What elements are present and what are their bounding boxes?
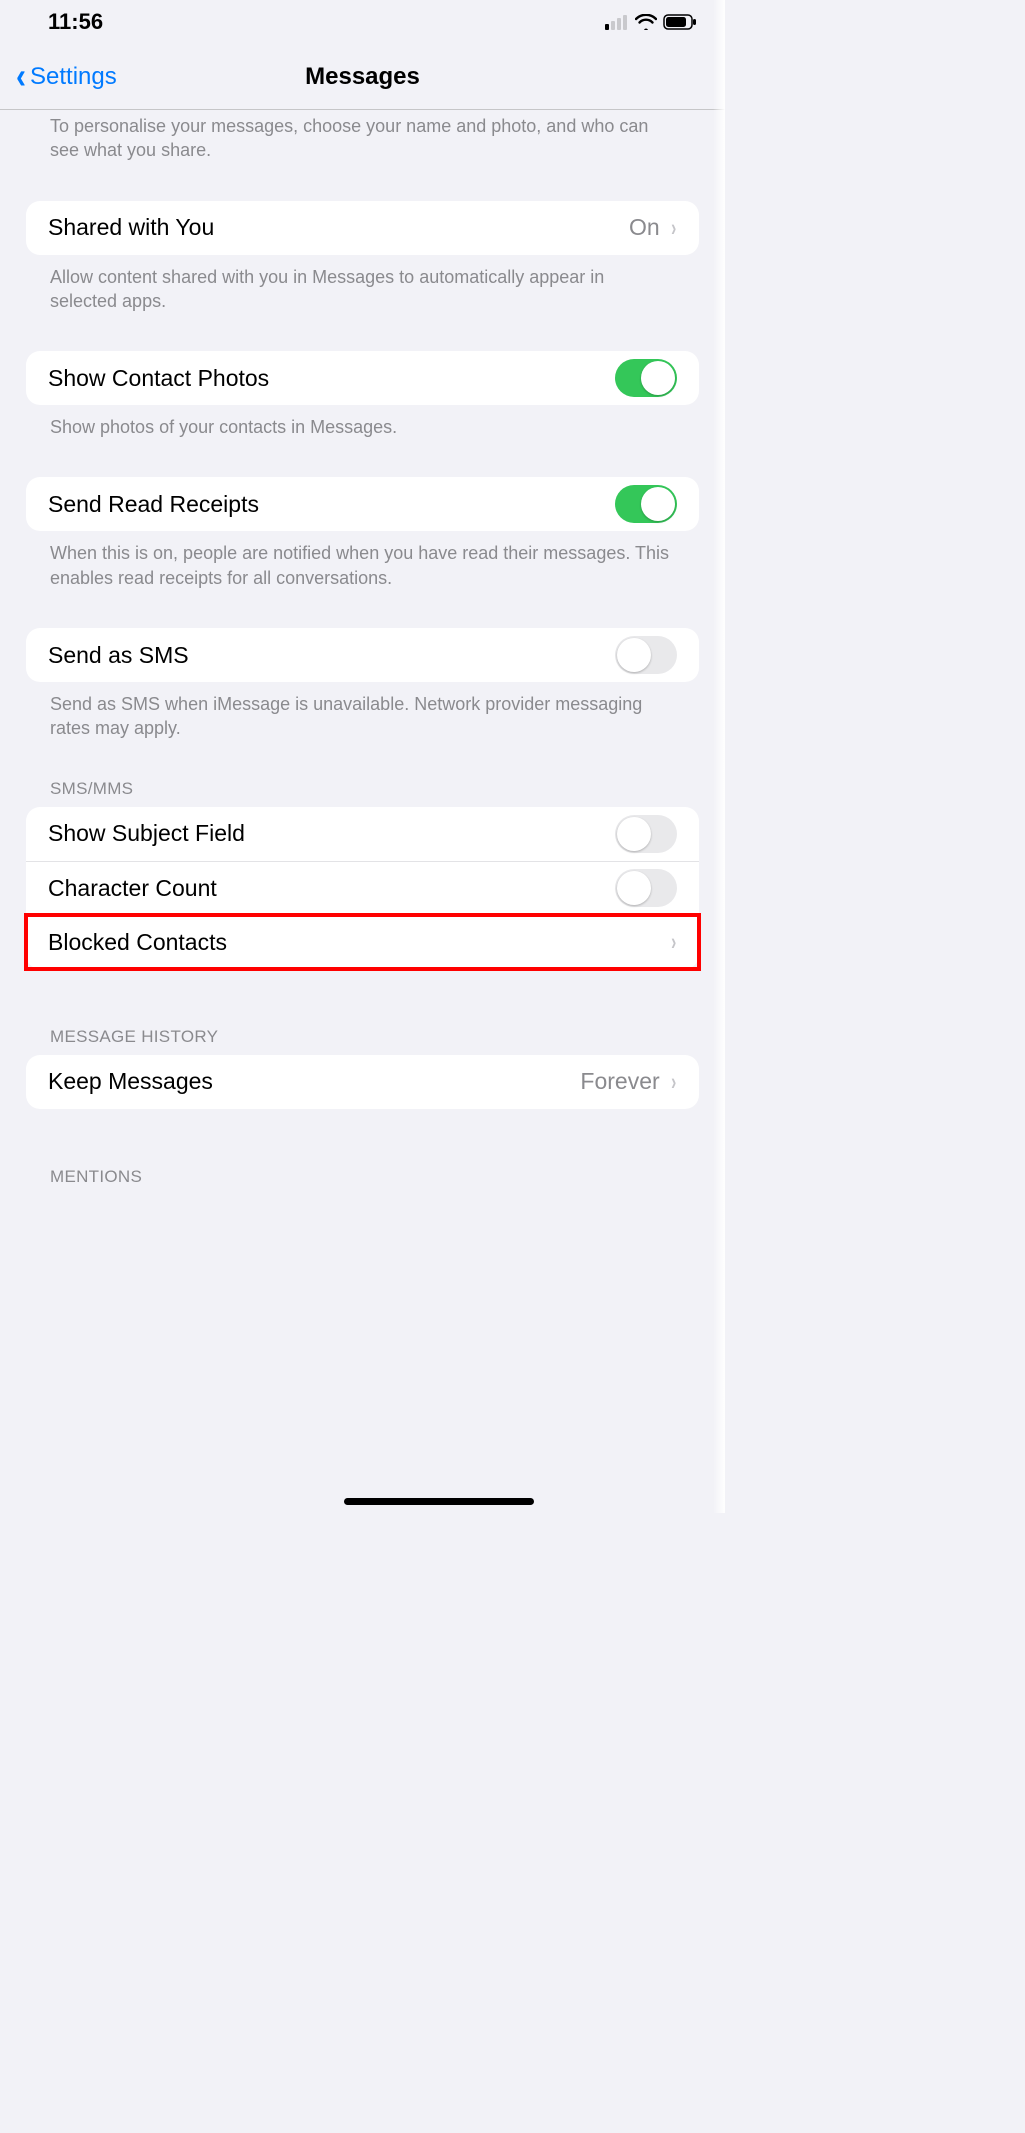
row-label: Shared with You (48, 214, 629, 241)
shared-with-you-footer: Allow content shared with you in Message… (0, 255, 725, 314)
group-read-receipts: Send Read Receipts (26, 477, 699, 531)
back-button[interactable]: ‹ Settings (12, 58, 121, 96)
history-header: MESSAGE HISTORY (0, 969, 725, 1055)
nav-bar: ‹ Settings Messages (0, 44, 725, 110)
back-label: Settings (30, 63, 117, 91)
content: To personalise your messages, choose you… (0, 110, 725, 1235)
row-char-count: Character Count (26, 861, 699, 915)
group-shared-with-you: Shared with You On › (26, 201, 699, 255)
chevron-right-icon: › (671, 928, 676, 957)
row-show-subject: Show Subject Field (26, 807, 699, 861)
status-right (605, 14, 697, 30)
battery-icon (663, 14, 697, 30)
group-send-sms: Send as SMS (26, 628, 699, 682)
row-label: Send Read Receipts (48, 491, 615, 518)
row-label: Character Count (48, 875, 615, 902)
cellular-icon (605, 14, 629, 30)
row-blocked-contacts[interactable]: Blocked Contacts › (26, 915, 699, 969)
toggle-show-subject[interactable] (615, 815, 677, 853)
sms-mms-header: SMS/MMS (0, 741, 725, 807)
row-shared-with-you[interactable]: Shared with You On › (26, 201, 699, 255)
read-receipts-footer: When this is on, people are notified whe… (0, 531, 725, 590)
row-label: Blocked Contacts (48, 929, 670, 956)
home-indicator (344, 1498, 534, 1505)
send-sms-footer: Send as SMS when iMessage is unavailable… (0, 682, 725, 741)
row-label: Keep Messages (48, 1068, 580, 1095)
chevron-right-icon: › (671, 213, 676, 242)
row-read-receipts: Send Read Receipts (26, 477, 699, 531)
row-keep-messages[interactable]: Keep Messages Forever › (26, 1055, 699, 1109)
group-contact-photos: Show Contact Photos (26, 351, 699, 405)
toggle-contact-photos[interactable] (615, 359, 677, 397)
row-send-sms: Send as SMS (26, 628, 699, 682)
row-label: Send as SMS (48, 642, 615, 669)
row-detail: On (629, 214, 660, 241)
toggle-char-count[interactable] (615, 869, 677, 907)
chevron-left-icon: ‹ (16, 59, 26, 95)
row-detail: Forever (580, 1068, 659, 1095)
toggle-send-sms[interactable] (615, 636, 677, 674)
status-bar: 11:56 (0, 0, 725, 44)
group-sms-mms: Show Subject Field Character Count Block… (26, 807, 699, 969)
row-label: Show Subject Field (48, 820, 615, 847)
wifi-icon (635, 14, 657, 30)
status-time: 11:56 (48, 9, 103, 35)
toggle-read-receipts[interactable] (615, 485, 677, 523)
row-label: Show Contact Photos (48, 365, 615, 392)
mentions-header: MENTIONS (0, 1109, 725, 1195)
contact-photos-footer: Show photos of your contacts in Messages… (0, 405, 725, 439)
row-contact-photos: Show Contact Photos (26, 351, 699, 405)
chevron-right-icon: › (671, 1067, 676, 1096)
intro-footer: To personalise your messages, choose you… (0, 110, 725, 163)
group-history: Keep Messages Forever › (26, 1055, 699, 1109)
